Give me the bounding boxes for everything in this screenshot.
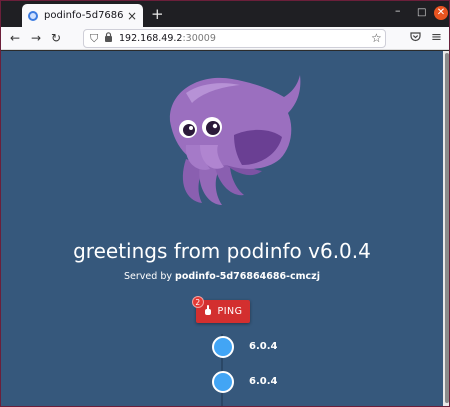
page-scrollbar[interactable] [443,51,449,406]
scrollbar-thumb[interactable] [445,53,449,403]
close-tab-icon[interactable]: × [127,10,137,22]
back-arrow-icon[interactable]: ← [10,31,20,45]
url-port: :30009 [182,33,216,44]
timeline-label: 6.0.4 [249,341,278,352]
timeline-dot [212,371,234,393]
close-window-button[interactable]: ✕ [434,6,448,20]
minimize-button[interactable]: – [395,5,401,17]
timeline-dot [212,336,234,358]
forward-arrow-icon[interactable]: → [31,31,41,45]
podinfo-squid-logo [169,75,301,205]
shield-icon[interactable]: ⛉ [90,32,98,46]
page-content: greetings from podinfo v6.0.4 Served by … [1,51,443,406]
timeline-label: 6.0.4 [249,376,278,387]
served-by-text: Served by podinfo-5d76864686-cmczj [1,271,443,282]
tab-title: podinfo-5d76864686-cmczj [44,10,123,21]
ping-button[interactable]: 2 PING [192,296,250,323]
tab-bar: podinfo-5d76864686-cmczj × + – □ ✕ [1,1,449,27]
hamburger-menu-icon[interactable]: ≡ [431,30,442,45]
ping-count-badge: 2 [192,296,204,308]
new-tab-button[interactable]: + [151,5,164,23]
bookmark-star-icon[interactable]: ☆ [371,31,382,45]
navigation-bar: ← → ↻ ⛉ 192.168.49.2:30009 ☆ ≡ [1,27,449,50]
ping-label: PING [217,306,243,317]
tab-podinfo[interactable]: podinfo-5d76864686-cmczj × [22,4,143,27]
page-title: greetings from podinfo v6.0.4 [73,239,371,263]
globe-icon [28,10,38,21]
served-by-prefix: Served by [124,271,176,282]
maximize-button[interactable]: □ [417,7,426,19]
browser-window: podinfo-5d76864686-cmczj × + – □ ✕ ← → ↻… [0,0,450,407]
lock-icon[interactable] [104,32,113,45]
hand-pointer-icon [204,305,212,318]
served-by-host: podinfo-5d76864686-cmczj [175,271,320,282]
url-bar[interactable]: ⛉ 192.168.49.2:30009 ☆ [83,29,386,48]
url-host: 192.168.49.2 [119,33,183,44]
url-text[interactable]: 192.168.49.2:30009 [119,33,216,44]
reload-icon[interactable]: ↻ [51,31,61,45]
pocket-icon[interactable] [410,31,421,45]
